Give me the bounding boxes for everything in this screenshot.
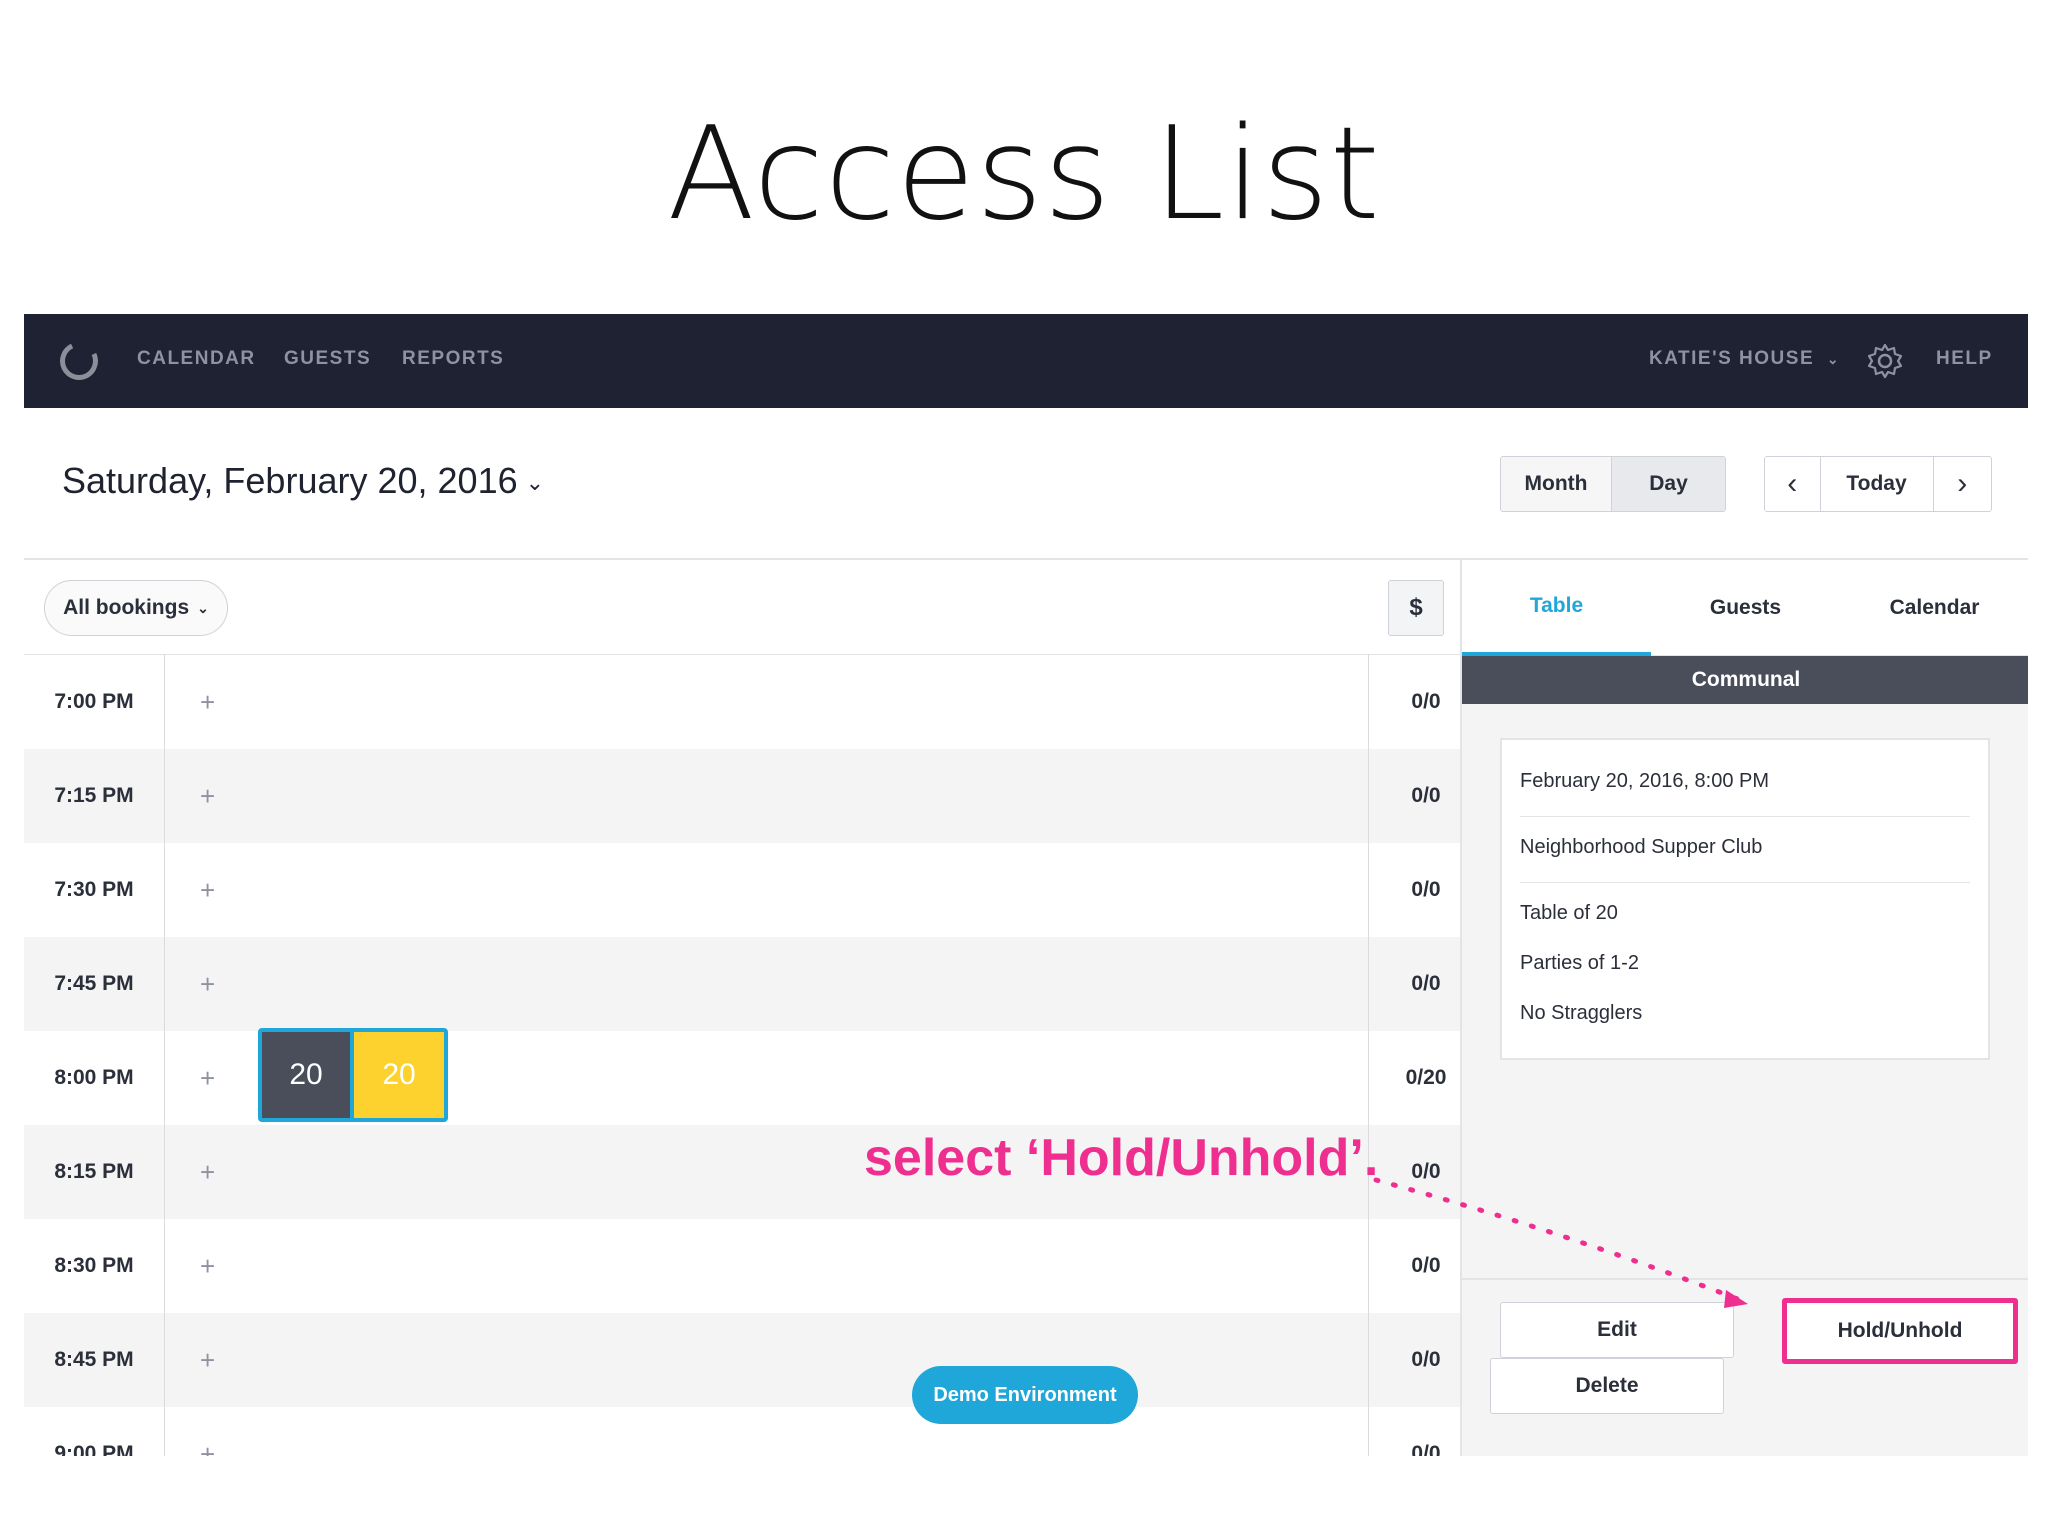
nav-guests[interactable]: GUESTS [284,348,371,370]
slot-count: 0/0 [1411,690,1441,713]
time-slot-row: 7:45 PM + 0/0 [24,937,1460,1031]
time-slot-row: 7:00 PM + 0/0 [24,655,1460,749]
card-divider [1520,882,1970,883]
dollar-button[interactable]: $ [1388,580,1444,636]
slot-count: 0/20 [1405,1066,1447,1089]
chevron-right-icon[interactable]: › [1933,457,1991,511]
today-button[interactable]: Today [1820,457,1934,511]
slot-count: 0/0 [1411,972,1441,995]
time-slot-row: 8:45 PM + 0/0 [24,1313,1460,1407]
add-booking-icon[interactable]: + [200,1407,215,1457]
chevron-left-icon[interactable]: ‹ [1765,457,1821,511]
booking-datetime: February 20, 2016, 8:00 PM [1520,770,1770,792]
tab-calendar[interactable]: Calendar [1840,560,2028,656]
time-label: 7:00 PM [54,690,134,713]
add-booking-icon[interactable]: + [200,937,215,1031]
chevron-down-icon: ⌄ [197,599,209,616]
time-label: 9:00 PM [54,1442,134,1456]
count-column-divider [1368,654,1369,1456]
booking-block[interactable]: 20 20 [258,1028,448,1122]
time-label: 7:45 PM [54,972,134,995]
chevron-down-icon: ⌄ [1826,351,1841,367]
nav-help[interactable]: HELP [1936,348,1993,370]
booking-details-card: February 20, 2016, 8:00 PM Neighborhood … [1500,738,1990,1060]
add-booking-icon[interactable]: + [200,1313,215,1407]
party-size: Parties of 1-2 [1520,952,1639,974]
nav-calendar[interactable]: CALENDAR [137,348,256,370]
slot-count: 0/0 [1411,1348,1441,1371]
venue-dropdown[interactable]: KATIE'S HOUSE ⌄ [1649,348,1840,370]
slot-count: 0/0 [1411,1442,1441,1456]
booking-capacity: 20 [354,1032,444,1118]
card-divider [1520,816,1970,817]
logo-icon[interactable] [54,336,104,386]
add-booking-icon[interactable]: + [200,1219,215,1313]
delete-button[interactable]: Delete [1490,1358,1724,1414]
add-booking-icon[interactable]: + [200,1125,215,1219]
top-nav: CALENDAR GUESTS REPORTS KATIE'S HOUSE ⌄ … [24,314,2028,408]
table-size: Table of 20 [1520,902,1618,924]
venue-label: KATIE'S HOUSE [1649,348,1815,369]
time-label: 8:45 PM [54,1348,134,1371]
time-slot-row: 8:00 PM + 0/20 [24,1031,1460,1125]
hold-unhold-button[interactable]: Hold/Unhold [1782,1298,2018,1364]
filter-label: All bookings [63,596,190,619]
time-slot-row: 9:00 PM + 0/0 [24,1407,1460,1457]
time-slot-row: 7:15 PM + 0/0 [24,749,1460,843]
time-label: 7:15 PM [54,784,134,807]
straggler-policy: No Stragglers [1520,1002,1643,1024]
detail-panel: Table Guests Calendar Communal February … [1460,560,2028,1456]
edit-button[interactable]: Edit [1500,1302,1734,1358]
date-navigation: ‹ Today › [1764,456,1992,512]
slot-count: 0/0 [1411,1254,1441,1277]
slot-count: 0/0 [1411,784,1441,807]
event-name: Neighborhood Supper Club [1520,836,1763,858]
time-column-divider [164,654,165,1456]
time-label: 8:15 PM [54,1160,134,1183]
panel-divider [1462,1278,2028,1280]
gear-icon[interactable] [1866,342,1904,380]
add-booking-icon[interactable]: + [200,749,215,843]
view-toggle: Month Day [1500,456,1726,512]
time-slot-row: 8:30 PM + 0/0 [24,1219,1460,1313]
page-title: Saturday, February 20, 2016 [62,460,518,501]
date-picker[interactable]: Saturday, February 20, 2016 ⌄ [62,460,544,502]
time-label: 8:30 PM [54,1254,134,1277]
slot-count: 0/0 [1411,878,1441,901]
time-slot-row: 7:30 PM + 0/0 [24,843,1460,937]
booking-table-size: 20 [262,1032,350,1118]
tab-guests[interactable]: Guests [1651,560,1840,656]
timeline: 7:00 PM + 0/0 7:15 PM + 0/0 7:30 PM + 0/… [24,654,1460,1456]
add-booking-icon[interactable]: + [200,655,215,749]
tab-table[interactable]: Table [1462,560,1651,656]
slot-count: 0/0 [1411,1160,1441,1183]
add-booking-icon[interactable]: + [200,843,215,937]
panel-tabs: Table Guests Calendar [1462,560,2028,656]
app-window: CALENDAR GUESTS REPORTS KATIE'S HOUSE ⌄ … [24,314,2028,1456]
slide-title: Access List [667,100,1381,249]
bookings-filter-dropdown[interactable]: All bookings ⌄ [44,580,228,636]
nav-reports[interactable]: REPORTS [402,348,504,370]
annotation-text: select ‘Hold/Unhold’. [864,1129,1379,1187]
time-label: 8:00 PM [54,1066,134,1089]
time-label: 7:30 PM [54,878,134,901]
month-view-button[interactable]: Month [1501,457,1613,511]
section-header: Communal [1462,656,2028,704]
chevron-down-icon: ⌄ [525,470,545,496]
demo-environment-badge: Demo Environment [912,1366,1138,1424]
day-view-button[interactable]: Day [1612,457,1725,511]
add-booking-icon[interactable]: + [200,1031,215,1125]
